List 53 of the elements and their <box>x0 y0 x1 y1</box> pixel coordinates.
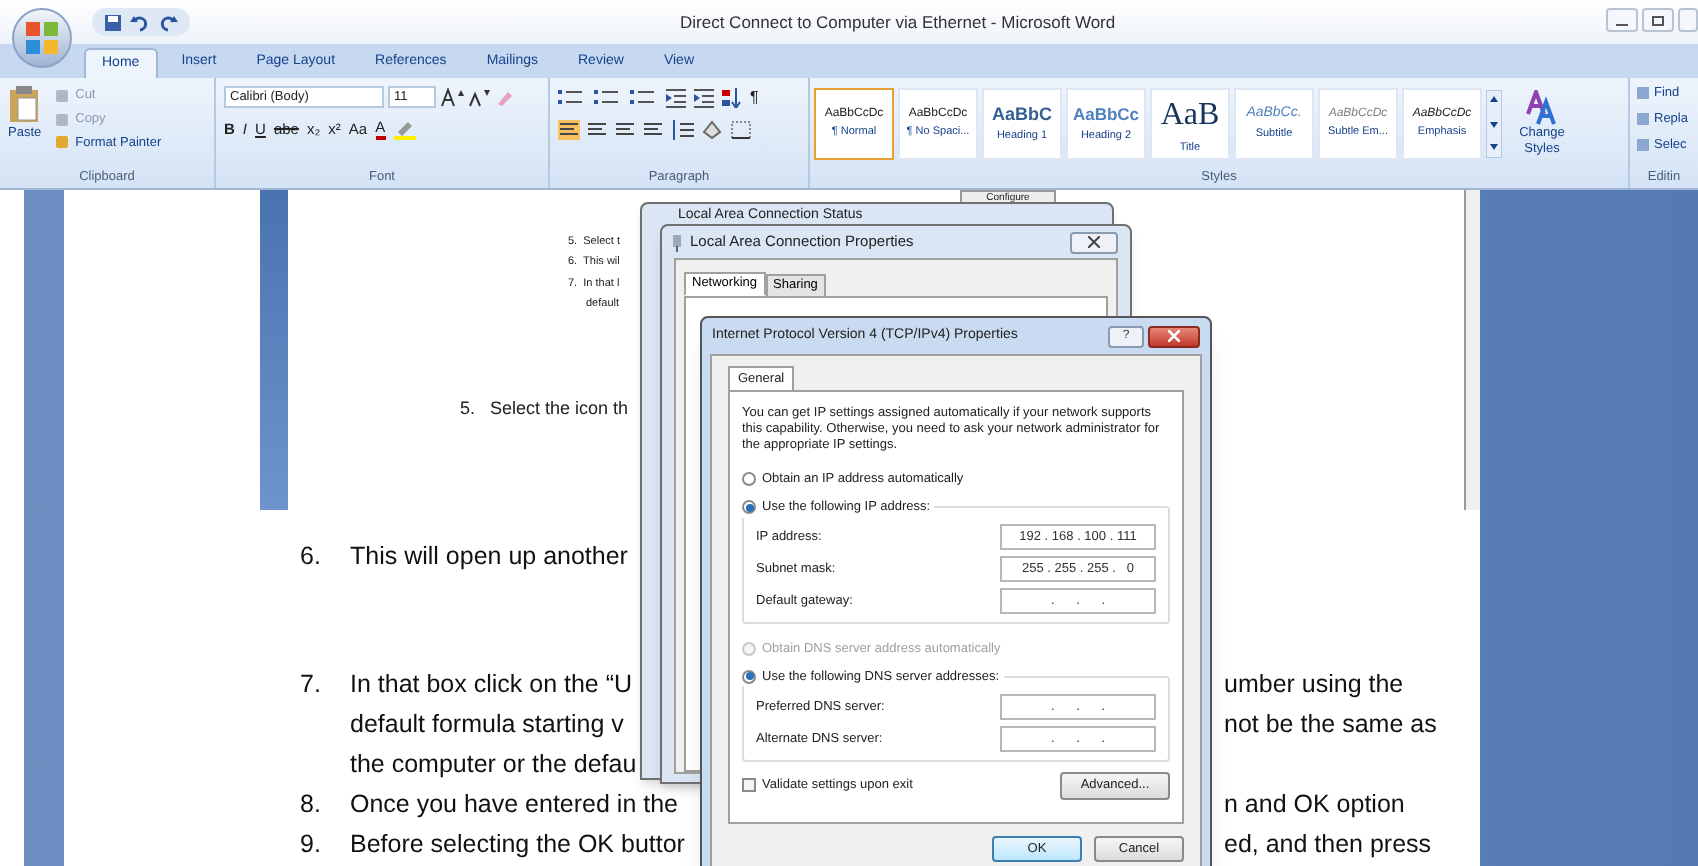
close-button[interactable] <box>1070 231 1118 253</box>
save-icon[interactable] <box>104 13 122 31</box>
shrink-font-icon[interactable] <box>468 87 490 107</box>
step-text: Before selecting the OK buttor <box>350 830 685 858</box>
list-icon[interactable] <box>594 88 622 108</box>
step-text: umber using the <box>1224 668 1404 702</box>
letters-icon <box>1526 89 1558 126</box>
network-icon <box>672 233 682 251</box>
window-title: Direct Connect to Computer via Ethernet - Microsoft Word <box>680 10 1116 36</box>
close-button[interactable] <box>1148 325 1200 347</box>
image-caption: 5. Select the icon th <box>460 396 629 422</box>
redo-icon[interactable] <box>158 13 178 31</box>
sort-icon[interactable] <box>722 88 742 108</box>
align-icon[interactable] <box>614 120 636 140</box>
line-spacing-icon[interactable] <box>670 120 694 140</box>
indent-icon[interactable] <box>666 88 686 108</box>
clipboard-icon <box>8 84 41 124</box>
shading-icon[interactable] <box>700 120 724 140</box>
close-icon <box>1168 330 1180 342</box>
align-icon[interactable] <box>586 120 608 140</box>
border-icon[interactable] <box>730 120 754 140</box>
step-text: Once you have entered in the <box>350 790 679 818</box>
list-icon[interactable] <box>558 88 586 108</box>
list-number: 7. <box>300 670 321 698</box>
list-number: 9. <box>300 830 321 858</box>
step-text: not be the same as <box>1224 708 1437 742</box>
step-text: the computer or the defau <box>350 750 637 778</box>
close-icon <box>1088 236 1100 248</box>
undo-icon[interactable] <box>130 13 150 31</box>
grow-font-icon[interactable] <box>440 87 464 107</box>
minimize-button[interactable] <box>1606 8 1638 32</box>
style-preview: AaBbC <box>991 101 1052 128</box>
list-number: 6. <box>300 542 321 570</box>
list-icon[interactable] <box>630 88 658 108</box>
indent-icon[interactable] <box>694 88 714 108</box>
step-text: This will open up another <box>350 542 628 570</box>
align-icon[interactable] <box>642 120 664 140</box>
style-preview: AaB <box>1160 95 1220 135</box>
restore-button[interactable] <box>1642 8 1674 32</box>
show-marks-button[interactable]: ¶ <box>750 86 759 110</box>
step-text: In that box click on the “U <box>350 670 633 698</box>
checkbox[interactable] <box>742 778 756 792</box>
list-number: 8. <box>300 790 321 818</box>
align-icon[interactable] <box>558 120 580 140</box>
office-logo-icon <box>26 22 58 54</box>
step-text: default formula starting v <box>350 710 624 738</box>
radio-button[interactable] <box>742 500 756 515</box>
radio-button[interactable] <box>742 669 756 684</box>
gallery-scroll-icon[interactable] <box>1486 89 1502 158</box>
style-preview: AaBbCc <box>1072 102 1140 128</box>
step-text: ed, and then press <box>1224 828 1432 862</box>
radio-button[interactable] <box>742 472 756 487</box>
step-text: n and OK option <box>1224 788 1405 822</box>
